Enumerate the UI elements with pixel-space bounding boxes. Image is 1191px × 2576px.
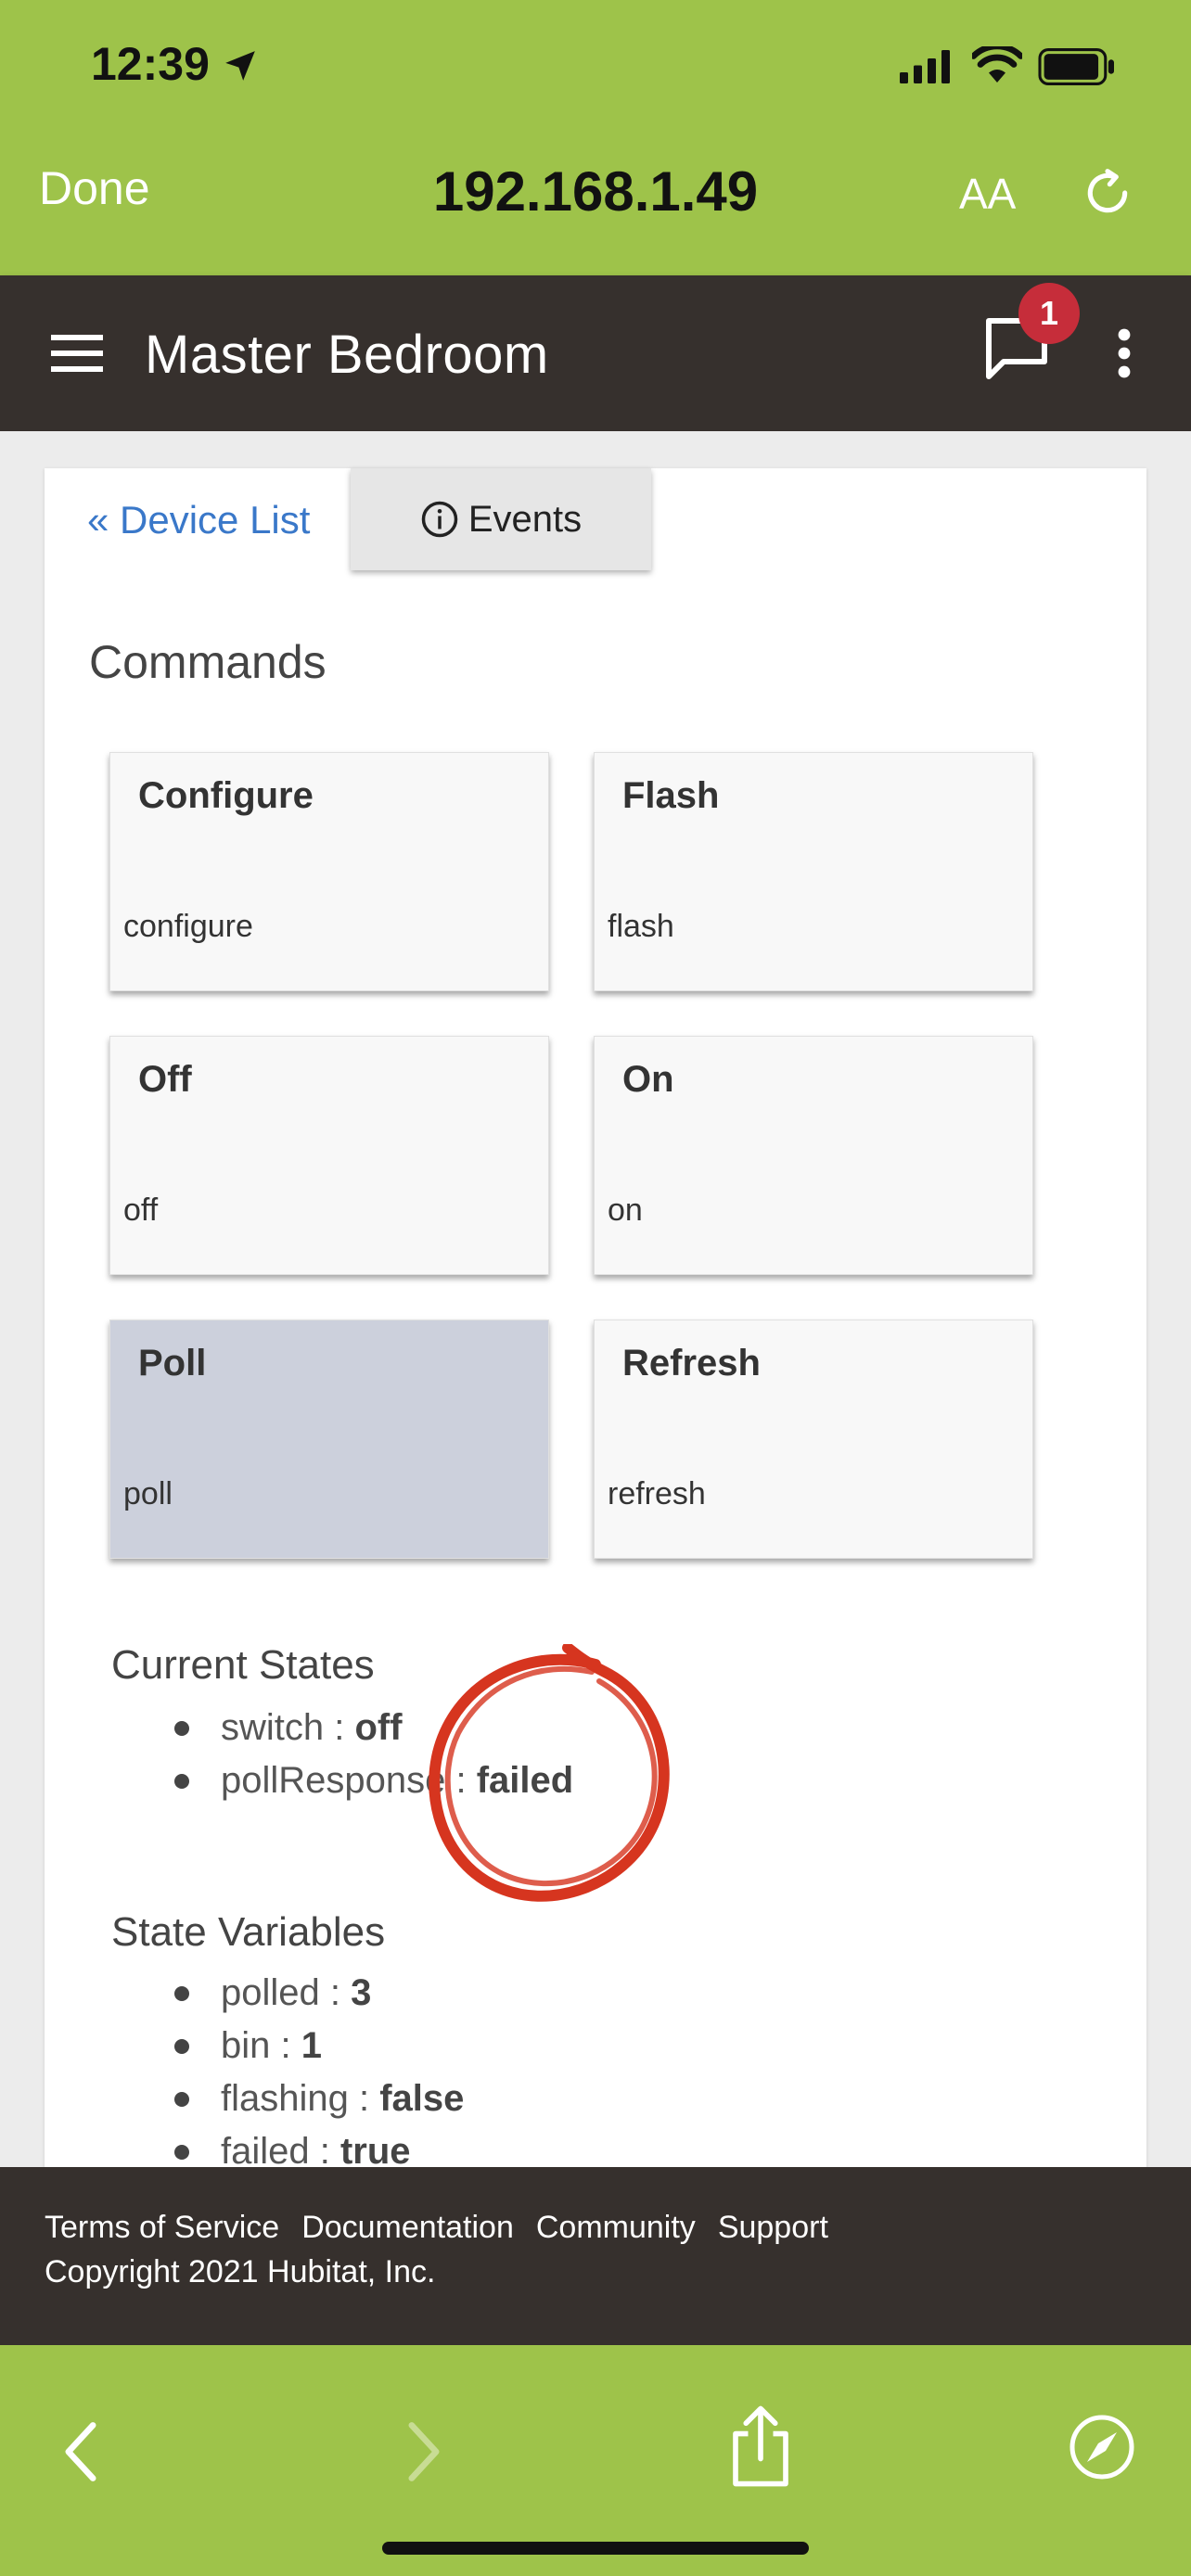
list-item: failed : true [173,2125,464,2167]
community-link[interactable]: Community [536,2210,696,2246]
list-item: flashing : false [173,2072,465,2125]
current-states-list: switch : off pollResponse : failed [173,1702,574,1807]
copyright-text: Copyright 2021 Hubitat, Inc. [45,2254,436,2289]
command-configure-button[interactable]: Configure configure [109,752,549,991]
info-icon [421,501,458,538]
device-list-link[interactable]: « Device List [87,498,310,542]
list-item: switch : off [173,1702,573,1754]
commands-heading: Commands [89,636,327,688]
current-states-heading: Current States [111,1642,375,1688]
list-item: bin : 1 [173,2020,464,2072]
page-footer: Terms of Service Documentation Community… [0,2167,1191,2345]
state-key: pollResponse [221,1760,446,1801]
command-refresh-button[interactable]: Refresh refresh [594,1320,1033,1559]
kebab-menu-icon[interactable] [1109,327,1139,379]
variable-value: true [339,2131,411,2167]
compass-icon[interactable] [1069,2414,1135,2480]
share-icon[interactable] [727,2404,794,2488]
variable-value: 3 [351,1972,372,2013]
status-bar: 12:39 [0,0,1191,132]
state-variables-heading: State Variables [111,1909,386,1955]
wifi-icon [972,46,1022,83]
cellular-signal-icon [900,50,950,83]
hamburger-menu-icon[interactable] [51,335,103,372]
command-title: Configure [138,775,314,816]
browser-toolbar: 192.168.1.49 Done AA [0,132,1191,275]
variable-key: bin [221,2025,271,2066]
command-on-button[interactable]: On on [594,1036,1033,1275]
variable-value: 1 [301,2025,322,2066]
chevron-right-icon[interactable] [401,2421,447,2482]
command-off-button[interactable]: Off off [109,1036,549,1275]
command-title: Refresh [622,1343,761,1384]
command-name: poll [123,1476,173,1511]
device-card: « Device List Events Commands Configure … [45,468,1146,2167]
content-area: « Device List Events Commands Configure … [0,431,1191,2167]
footer-links: Terms of Service Documentation Community… [45,2210,828,2246]
status-time: 12:39 [91,38,210,90]
command-title: Poll [138,1343,207,1384]
events-label: Events [467,498,583,540]
command-poll-button[interactable]: Poll poll [109,1320,549,1559]
app-header: Master Bedroom 1 [0,275,1191,431]
variable-key: polled [221,1972,320,2013]
state-key: switch [221,1707,325,1748]
done-button[interactable]: Done [39,161,150,215]
command-name: refresh [608,1476,706,1511]
command-flash-button[interactable]: Flash flash [594,752,1033,991]
reload-icon[interactable] [1082,167,1133,219]
command-title: Flash [622,775,720,816]
command-name: on [608,1192,643,1228]
events-button[interactable]: Events [351,468,651,570]
command-title: Off [138,1059,192,1100]
page-title: Master Bedroom [145,325,549,385]
notification-badge[interactable]: 1 [1018,283,1080,344]
battery-icon [1038,48,1114,85]
state-value: failed [476,1760,574,1801]
text-size-button[interactable]: AA [959,169,1016,219]
chevron-left-icon[interactable] [58,2421,104,2482]
support-link[interactable]: Support [718,2210,828,2246]
state-value: off [354,1707,403,1748]
location-arrow-icon [225,51,255,81]
documentation-link[interactable]: Documentation [301,2210,514,2246]
variable-key: flashing [221,2078,349,2119]
list-item: polled : 3 [173,1967,464,2020]
command-name: off [123,1192,159,1228]
command-name: flash [608,909,674,944]
command-name: configure [123,909,253,944]
command-title: On [622,1059,674,1100]
variable-key: failed [221,2131,310,2167]
home-indicator [382,2542,809,2555]
state-variables-list: polled : 3 bin : 1 flashing : false fail… [173,1967,465,2167]
variable-value: false [379,2078,465,2119]
terms-of-service-link[interactable]: Terms of Service [45,2210,279,2246]
list-item: pollResponse : failed [173,1754,574,1807]
